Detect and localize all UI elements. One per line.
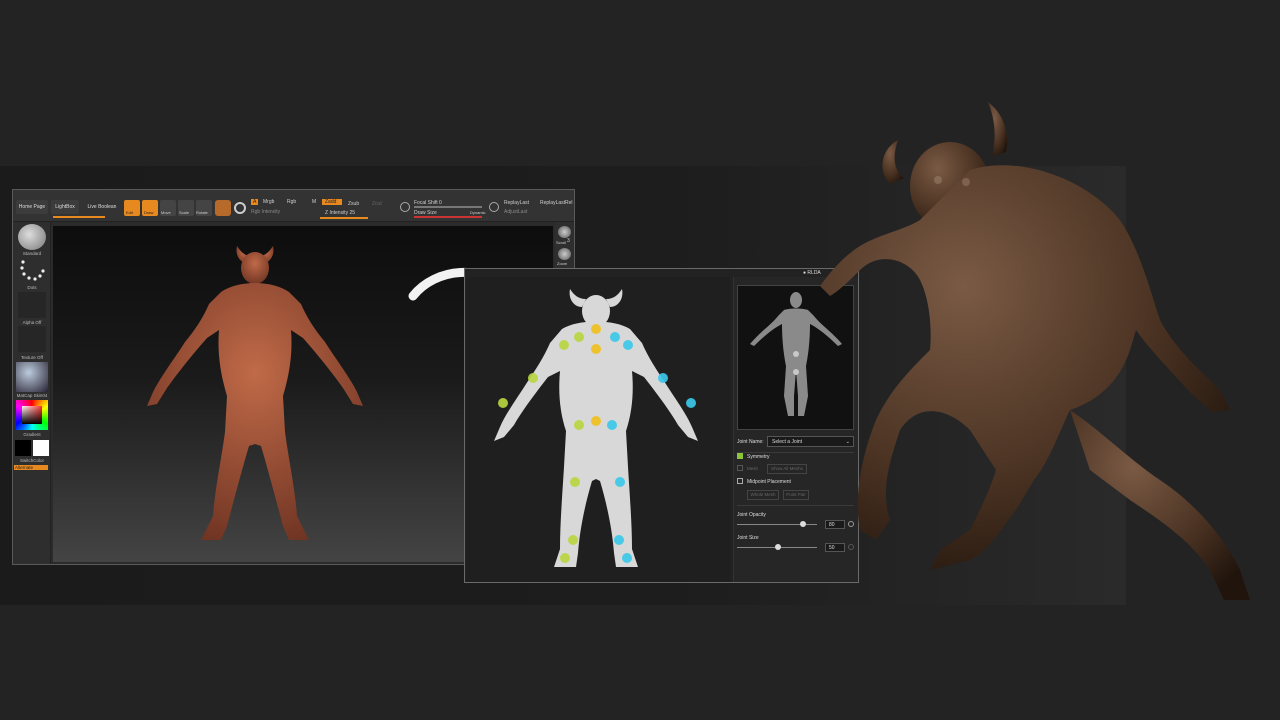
joint-dot-elbow-l[interactable] <box>658 373 668 383</box>
user-brand[interactable]: ● RLDA <box>803 270 821 276</box>
zbrush-left-shelf: Standard Dots Alpha Off Texture Off MatC… <box>13 222 51 564</box>
brush-label: Standard <box>22 251 42 256</box>
joint-opacity-knob[interactable] <box>800 521 806 527</box>
replay-last-button[interactable]: ReplayLast <box>504 200 529 206</box>
joint-dot-shoulder-r[interactable] <box>559 340 569 350</box>
matcap-icon[interactable] <box>16 362 48 392</box>
joint-dot-knee-r[interactable] <box>570 477 580 487</box>
zoom-icon[interactable] <box>558 248 571 260</box>
alpha-label: Alpha Off <box>22 320 42 325</box>
joint-size-knob[interactable] <box>775 544 781 550</box>
joint-dot-pelvis[interactable] <box>591 416 601 426</box>
move-button[interactable]: Move <box>160 200 176 216</box>
tab-lightbox[interactable]: LightBox <box>51 200 79 214</box>
z-intensity-slider[interactable]: Z Intensity 25 <box>325 210 355 216</box>
joint-dot-ankle-r[interactable] <box>568 535 578 545</box>
standard-brush-icon[interactable] <box>18 224 46 250</box>
secondary-color-swatch[interactable] <box>15 440 31 456</box>
draw-size-bar <box>414 216 482 218</box>
a-toggle[interactable]: A <box>251 199 259 205</box>
brand-label: RLDA <box>807 270 821 276</box>
dots-stroke-icon[interactable] <box>18 258 46 284</box>
joint-dot-clavicle-r[interactable] <box>574 332 584 342</box>
joint-dot-wrist-r[interactable] <box>498 398 508 408</box>
tab-home-page[interactable]: Home Page <box>16 200 48 214</box>
scroll-label: Scroll <box>556 240 567 245</box>
show-all-meshs-button[interactable]: Show All Meshs <box>767 464 807 474</box>
edit-button[interactable]: Edit <box>124 200 140 216</box>
mesh-label: Mesh <box>747 466 759 471</box>
joint-dot-clavicle-l[interactable] <box>610 332 620 342</box>
dynamic-toggle[interactable]: Dynamic <box>470 210 486 215</box>
replay-icon[interactable] <box>489 202 499 212</box>
replay-last-rel-button[interactable]: ReplayLastRel <box>540 200 573 206</box>
material-swatch[interactable] <box>215 200 231 216</box>
primary-color-swatch[interactable] <box>33 440 49 456</box>
rgb-intensity-slider[interactable]: Rgb Intensity <box>251 209 280 215</box>
joint-dot-knee-l[interactable] <box>615 477 625 487</box>
joint-opacity-label: Joint Opacity <box>737 512 766 518</box>
midpoint-label: Midpoint Placement <box>747 479 791 485</box>
user-icon: ● <box>803 270 807 276</box>
switchcolor-button[interactable]: SwitchColor <box>13 458 51 463</box>
adjust-last-slider[interactable]: AdjustLast <box>504 209 527 215</box>
joint-dot-hip-r[interactable] <box>574 420 584 430</box>
symmetry-checkbox[interactable] <box>737 453 743 459</box>
joint-dot-hip-l[interactable] <box>607 420 617 430</box>
joint-viewport[interactable] <box>466 277 730 582</box>
scroll-value: 3 <box>567 238 570 244</box>
color-picker[interactable] <box>16 400 48 430</box>
zoom-label: Zoom <box>557 261 568 266</box>
joint-dot-toe-r[interactable] <box>560 553 570 563</box>
zcut-toggle[interactable]: Zcut <box>372 201 382 207</box>
texture-slot[interactable] <box>18 326 46 352</box>
scroll-icon[interactable] <box>558 226 571 238</box>
joint-dot-wrist-l[interactable] <box>686 398 696 408</box>
rgb-toggle[interactable]: Rgb <box>287 199 296 205</box>
zsub-toggle[interactable]: Zsub <box>348 201 359 207</box>
alpha-slot[interactable] <box>18 292 46 318</box>
joint-dot-spine[interactable] <box>591 344 601 354</box>
stroke-label: Dots <box>27 285 37 290</box>
zadd-toggle[interactable]: Zadd <box>322 199 343 205</box>
symmetry-label: Symmetry <box>747 454 770 460</box>
joint-select-value: Select a Joint <box>772 439 803 445</box>
joint-name-label: Joint Name: <box>737 439 764 445</box>
gradient-label: Gradient <box>23 432 41 437</box>
joint-dot-shoulder-l[interactable] <box>623 340 633 350</box>
scale-button[interactable]: Scale <box>178 200 194 216</box>
joint-tool-window: ● RLDA Joint Name: Select a Joint ⌄ Symm… <box>464 268 859 583</box>
midpoint-checkbox[interactable] <box>737 478 743 484</box>
white-model <box>494 289 698 567</box>
z-intensity-bar <box>320 217 368 219</box>
tab-live-boolean[interactable]: Live Boolean <box>83 200 121 214</box>
whole-mesh-button[interactable]: Whole Mesh <box>747 490 779 500</box>
texture-label: Texture Off <box>21 355 43 360</box>
point-pair-button[interactable]: Point Pair <box>783 490 809 500</box>
mesh-checkbox[interactable] <box>737 465 743 471</box>
rotate-button[interactable]: Rotate <box>196 200 212 216</box>
progress-bar <box>53 216 105 218</box>
m-toggle[interactable]: M <box>312 199 316 205</box>
joint-dot-neck[interactable] <box>591 324 601 334</box>
joint-dot-ankle-l[interactable] <box>614 535 624 545</box>
stage: Home Page LightBox Live Boolean Edit Dra… <box>0 0 1280 720</box>
joint-size-label: Joint Size <box>737 535 759 541</box>
zbrush-toolbar: Home Page LightBox Live Boolean Edit Dra… <box>13 190 574 222</box>
joint-dot-toe-l[interactable] <box>622 553 632 563</box>
joint-dot-elbow-r[interactable] <box>528 373 538 383</box>
focal-shift-bar <box>414 206 482 208</box>
creature-render <box>820 102 1250 600</box>
material-label: MatCap Skin04 <box>16 393 48 398</box>
alternate-button[interactable]: Alternate <box>14 465 48 470</box>
draw-button[interactable]: Draw <box>142 200 158 216</box>
mrgb-toggle[interactable]: Mrgb <box>263 199 274 205</box>
focal-icon[interactable] <box>400 202 410 212</box>
color-icon[interactable] <box>234 202 246 214</box>
